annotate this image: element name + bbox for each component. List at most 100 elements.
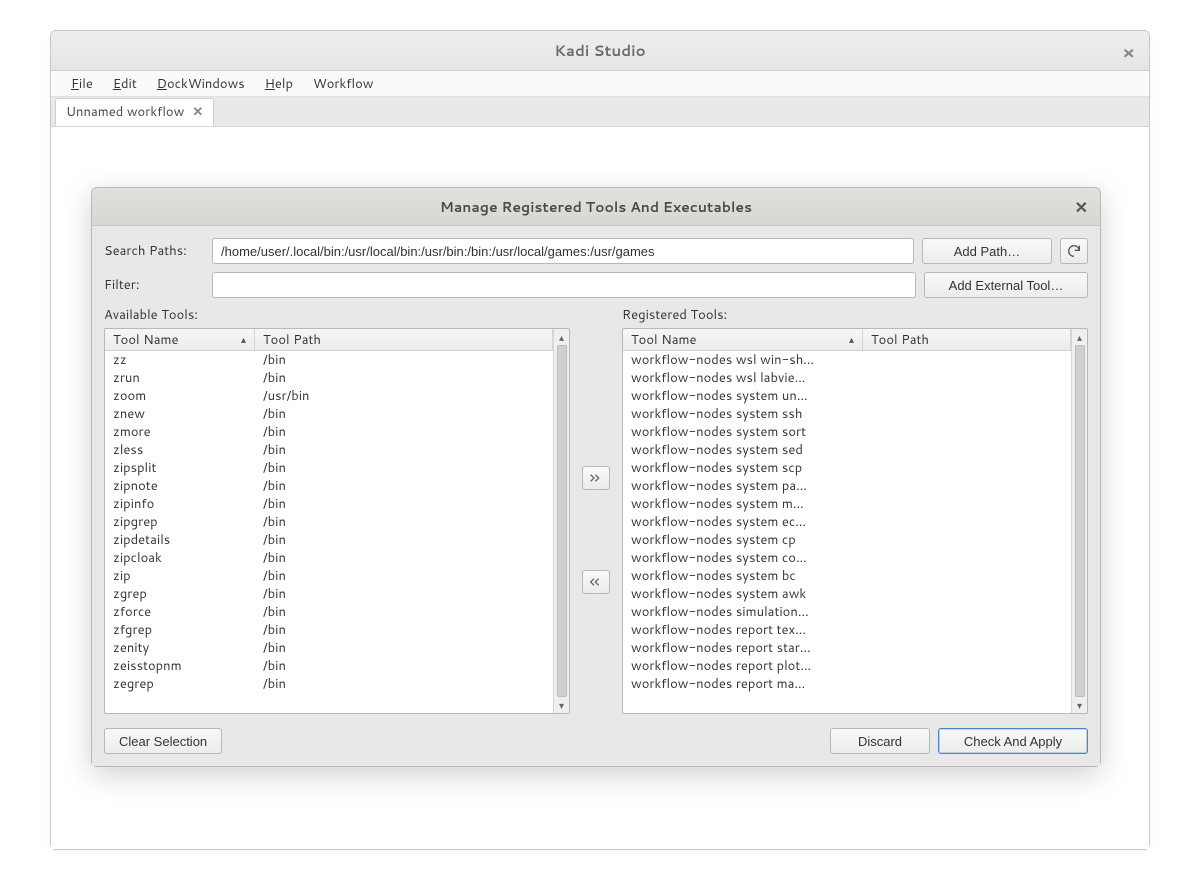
table-row[interactable]: workflow-nodes system ssh [623,405,1071,423]
move-right-button[interactable] [582,466,610,490]
table-row[interactable]: zip/bin [105,567,553,585]
table-row[interactable]: workflow-nodes system bc [623,567,1071,585]
table-row[interactable]: workflow-nodes system scp [623,459,1071,477]
tab-unnamed-workflow[interactable]: Unnamed workflow ✕ [55,98,214,126]
table-row[interactable]: workflow-nodes system un… [623,387,1071,405]
table-row[interactable]: zz/bin [105,351,553,369]
table-row[interactable]: zoom/usr/bin [105,387,553,405]
cell-tool-name: zegrep [105,675,255,693]
lists-area: Available Tools: Tool Name ▴ Tool Path [104,306,1088,714]
table-row[interactable]: zipgrep/bin [105,513,553,531]
cell-tool-path: /bin [255,531,553,549]
tab-label: Unnamed workflow [66,103,184,121]
cell-tool-path: /bin [255,495,553,513]
filter-input[interactable] [212,272,916,298]
scroll-down-icon[interactable]: ▾ [1074,699,1086,711]
cell-tool-path: /bin [255,405,553,423]
search-paths-row: Search Paths: Add Path… [104,238,1088,264]
available-scrollbar[interactable]: ▴ ▾ [553,329,569,713]
cell-tool-name: zenity [105,639,255,657]
table-row[interactable]: zipsplit/bin [105,459,553,477]
cell-tool-path: /bin [255,675,553,693]
table-row[interactable]: zipcloak/bin [105,549,553,567]
add-path-button[interactable]: Add Path… [922,238,1052,264]
table-row[interactable]: workflow-nodes system cp [623,531,1071,549]
scroll-up-icon[interactable]: ▴ [556,331,568,343]
cell-tool-name: zipgrep [105,513,255,531]
menu-file[interactable]: File [61,72,103,96]
registered-col-path[interactable]: Tool Path [863,329,1071,350]
cell-tool-path: /bin [255,603,553,621]
table-row[interactable]: workflow-nodes system co… [623,549,1071,567]
refresh-button[interactable] [1060,238,1088,264]
cell-tool-name: workflow-nodes system sort [623,423,863,441]
table-row[interactable]: workflow-nodes system awk [623,585,1071,603]
table-row[interactable]: workflow-nodes report tex… [623,621,1071,639]
cell-tool-name: workflow-nodes report ma… [623,675,863,693]
registered-col-name[interactable]: Tool Name ▴ [623,329,863,350]
table-row[interactable]: workflow-nodes wsl labvie… [623,369,1071,387]
dialog-close-icon[interactable]: ✕ [1075,196,1088,219]
cell-tool-name: zfgrep [105,621,255,639]
table-row[interactable]: zenity/bin [105,639,553,657]
cell-tool-name: zeisstopnm [105,657,255,675]
scroll-down-icon[interactable]: ▾ [556,699,568,711]
table-row[interactable]: workflow-nodes wsl win-sh… [623,351,1071,369]
cell-tool-name: workflow-nodes system m… [623,495,863,513]
cell-tool-path: /bin [255,639,553,657]
cell-tool-name: workflow-nodes system co… [623,549,863,567]
registered-body[interactable]: workflow-nodes wsl win-sh…workflow-nodes… [623,351,1071,713]
tabbar: Unnamed workflow ✕ [51,97,1149,127]
table-row[interactable]: workflow-nodes system ec… [623,513,1071,531]
table-row[interactable]: zeisstopnm/bin [105,657,553,675]
table-row[interactable]: zfgrep/bin [105,621,553,639]
menu-dockwindows[interactable]: DockWindows [147,72,255,96]
table-row[interactable]: zmore/bin [105,423,553,441]
table-row[interactable]: zipinfo/bin [105,495,553,513]
table-row[interactable]: zipnote/bin [105,477,553,495]
menubar: File Edit DockWindows Help Workflow [51,71,1149,97]
table-row[interactable]: workflow-nodes system pa… [623,477,1071,495]
table-row[interactable]: zegrep/bin [105,675,553,693]
table-row[interactable]: zipdetails/bin [105,531,553,549]
table-row[interactable]: workflow-nodes system m… [623,495,1071,513]
table-row[interactable]: workflow-nodes report ma… [623,675,1071,693]
discard-button[interactable]: Discard [830,728,930,754]
available-col-name[interactable]: Tool Name ▴ [105,329,255,350]
cell-tool-path: /bin [255,513,553,531]
refresh-icon [1066,243,1082,259]
registered-scrollbar[interactable]: ▴ ▾ [1071,329,1087,713]
table-row[interactable]: workflow-nodes report plot… [623,657,1071,675]
move-left-button[interactable] [582,570,610,594]
registered-tools-table[interactable]: Tool Name ▴ Tool Path workflow-nodes wsl… [622,328,1088,714]
table-row[interactable]: workflow-nodes report star… [623,639,1071,657]
check-and-apply-button[interactable]: Check And Apply [938,728,1088,754]
cell-tool-name: zless [105,441,255,459]
available-body[interactable]: zz/binzrun/binzoom/usr/binznew/binzmore/… [105,351,553,713]
table-row[interactable]: workflow-nodes simulation… [623,603,1071,621]
table-row[interactable]: znew/bin [105,405,553,423]
menu-edit[interactable]: Edit [103,72,147,96]
add-external-tool-button[interactable]: Add External Tool… [924,272,1088,298]
scroll-up-icon[interactable]: ▴ [1074,331,1086,343]
available-header: Tool Name ▴ Tool Path [105,329,553,351]
filter-label: Filter: [104,276,204,294]
available-col-path[interactable]: Tool Path [255,329,553,350]
tab-close-icon[interactable]: ✕ [192,103,203,121]
available-tools-table[interactable]: Tool Name ▴ Tool Path zz/binzrun/binzoom… [104,328,570,714]
main-window-close-icon[interactable]: × [1122,39,1135,65]
cell-tool-name: zmore [105,423,255,441]
table-row[interactable]: workflow-nodes system sort [623,423,1071,441]
menu-workflow[interactable]: Workflow [303,72,384,96]
clear-selection-button[interactable]: Clear Selection [104,728,222,754]
table-row[interactable]: zgrep/bin [105,585,553,603]
scroll-thumb[interactable] [1075,345,1085,697]
table-row[interactable]: workflow-nodes system sed [623,441,1071,459]
menu-help[interactable]: Help [255,72,303,96]
search-paths-input[interactable] [212,238,914,264]
table-row[interactable]: zrun/bin [105,369,553,387]
table-row[interactable]: zless/bin [105,441,553,459]
table-row[interactable]: zforce/bin [105,603,553,621]
cell-tool-path: /bin [255,441,553,459]
scroll-thumb[interactable] [557,345,567,697]
